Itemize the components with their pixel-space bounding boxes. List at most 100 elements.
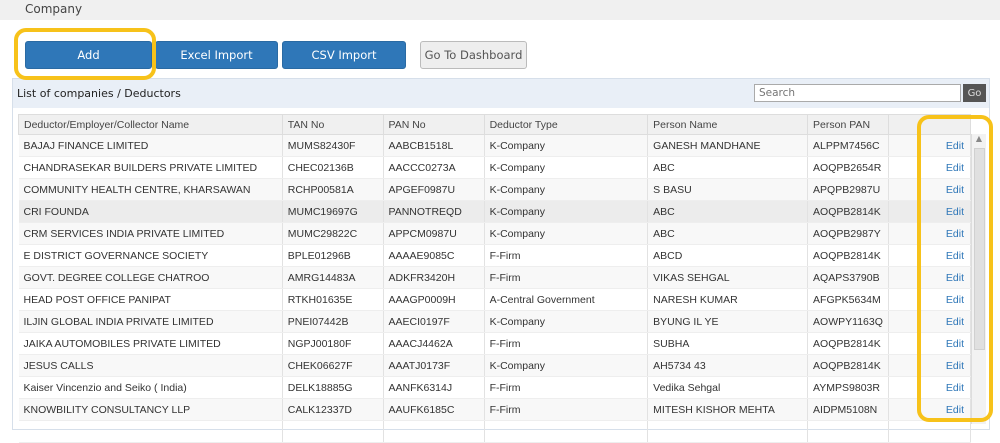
table-cell: RCHP00581A [282, 178, 384, 201]
table-row[interactable]: ILJIN GLOBAL INDIA PRIVATE LIMITED PNEI07… [18, 310, 972, 333]
table-cell: F-Firm [484, 332, 649, 355]
column-header[interactable]: Deductor/Employer/Collector Name [18, 114, 283, 135]
edit-link[interactable]: Edit [888, 178, 972, 201]
table-row[interactable]: JAIKA AUTOMOBILES PRIVATE LIMITED NGPJ001… [18, 332, 972, 355]
table-cell: APGEF0987U [383, 178, 485, 201]
table-cell: HEAD POST OFFICE PANIPAT [18, 288, 283, 311]
table-cell: AOQPB2814K [807, 244, 889, 267]
table-cell: GOVT. DEGREE COLLEGE CHATROO [18, 266, 283, 289]
table-cell [647, 420, 809, 443]
table-cell: CRI FOUNDA [18, 200, 283, 223]
edit-link[interactable]: Edit [888, 376, 972, 399]
table-cell: AAACJ4462A [383, 332, 485, 355]
edit-link[interactable]: Edit [888, 288, 972, 311]
table-cell: JAIKA AUTOMOBILES PRIVATE LIMITED [18, 332, 283, 355]
edit-link[interactable]: Edit [888, 222, 972, 245]
table-cell: AAECI0197F [383, 310, 485, 333]
table-cell: K-Company [484, 310, 649, 333]
table-cell: AFGPK5634M [807, 288, 889, 311]
companies-panel: List of companies / Deductors Go Deducto… [12, 78, 990, 443]
table-header-row: Deductor/Employer/Collector Name TAN No PA… [18, 114, 972, 135]
table-cell: CHEK06627F [282, 354, 384, 377]
table-cell: JESUS CALLS [18, 354, 283, 377]
table-cell: AABCB1518L [383, 134, 485, 157]
table-row[interactable]: JESUS CALLS CHEK06627F AAATJ0173F K-Company… [18, 354, 972, 377]
table-row[interactable]: KNOWBILITY CONSULTANCY LLP CALK12337D AAUF… [18, 398, 972, 421]
table-cell: ILJIN GLOBAL INDIA PRIVATE LIMITED [18, 310, 283, 333]
table-cell: SUBHA [647, 332, 809, 355]
edit-link[interactable]: Edit [888, 244, 972, 267]
table-cell: S BASU [647, 178, 809, 201]
table-cell: CHANDRASEKAR BUILDERS PRIVATE LIMITED [18, 156, 283, 179]
page-title: Company [25, 2, 83, 16]
table-cell: AYMPS9803R [807, 376, 889, 399]
search-input[interactable] [754, 84, 961, 102]
table-cell: BAJAJ FINANCE LIMITED [18, 134, 283, 157]
table-cell: AACCC0273A [383, 156, 485, 179]
table-cell: AAAAE9085C [383, 244, 485, 267]
table-cell: BPLE01296B [282, 244, 384, 267]
table-cell: AAUFK6185C [383, 398, 485, 421]
table-row[interactable]: BAJAJ FINANCE LIMITED MUMS82430F AABCB1518… [18, 134, 972, 157]
edit-link[interactable]: Edit [888, 398, 972, 421]
table-cell: PNEI07442B [282, 310, 384, 333]
scroll-up-icon[interactable]: ▲ [972, 134, 986, 143]
column-header[interactable]: TAN No [281, 114, 384, 135]
edit-link[interactable]: Edit [888, 310, 972, 333]
table-cell: AIDPM5108N [807, 398, 889, 421]
table-cell: AOWPY1163Q [807, 310, 889, 333]
column-header[interactable]: Deductor Type [483, 114, 649, 135]
table-cell: K-Company [484, 134, 649, 157]
go-to-dashboard-button[interactable]: Go To Dashboard [420, 41, 527, 69]
table-cell [18, 420, 283, 443]
csv-import-button[interactable]: CSV Import [282, 41, 406, 69]
table-row[interactable]: CRI FOUNDA MUMC19697G PANNOTREQD K-Company A… [18, 200, 972, 223]
edit-link[interactable]: Edit [888, 134, 972, 157]
excel-import-button[interactable]: Excel Import [155, 41, 278, 69]
table-row[interactable]: CHANDRASEKAR BUILDERS PRIVATE LIMITED CHE… [18, 156, 972, 179]
column-header[interactable]: Person Name [647, 114, 809, 135]
scrollbar-thumb[interactable] [974, 148, 985, 350]
column-header[interactable] [887, 114, 972, 135]
table-row[interactable]: Kaiser Vincenzio and Seiko ( India) DELK1… [18, 376, 972, 399]
table-cell: BYUNG IL YE [647, 310, 809, 333]
table-cell: F-Firm [484, 398, 649, 421]
add-button[interactable]: Add [25, 41, 152, 69]
table-cell [807, 420, 889, 443]
table-row[interactable]: HEAD POST OFFICE PANIPAT RTKH01635E AAAGP0… [18, 288, 972, 311]
table-row[interactable]: GOVT. DEGREE COLLEGE CHATROO AMRG14483A AD… [18, 266, 972, 289]
edit-link[interactable]: Edit [888, 156, 972, 179]
table-row[interactable]: CRM SERVICES INDIA PRIVATE LIMITED MUMC29… [18, 222, 972, 245]
table-cell [282, 420, 384, 443]
table-scrollbar[interactable]: ▲ [971, 134, 986, 424]
table-cell: AOQPB2814K [807, 200, 889, 223]
table-cell: AQAPS3790B [807, 266, 889, 289]
search-go-button[interactable]: Go [963, 84, 986, 102]
table-cell: K-Company [484, 156, 649, 179]
edit-link[interactable]: Edit [888, 266, 972, 289]
table-cell: F-Firm [484, 266, 649, 289]
column-header[interactable]: Person PAN [807, 114, 889, 135]
table-cell: Vedika Sehgal [647, 376, 809, 399]
table-cell: F-Firm [484, 376, 649, 399]
table-cell [484, 420, 649, 443]
table-row[interactable]: E DISTRICT GOVERNANCE SOCIETY BPLE01296B A… [18, 244, 972, 267]
table-cell [383, 420, 485, 443]
table-cell: A-Central Government [484, 288, 649, 311]
table-cell: KNOWBILITY CONSULTANCY LLP [18, 398, 283, 421]
table-cell: AOQPB2654R [807, 156, 889, 179]
edit-link[interactable]: Edit [888, 200, 972, 223]
table-cell: Kaiser Vincenzio and Seiko ( India) [18, 376, 283, 399]
table-cell: MITESH KISHOR MEHTA [647, 398, 809, 421]
edit-link[interactable]: Edit [888, 354, 972, 377]
column-header[interactable]: PAN No [382, 114, 485, 135]
table-row [18, 420, 972, 443]
table-cell: APQPB2987U [807, 178, 889, 201]
table-cell: ALPPM7456C [807, 134, 889, 157]
table-row[interactable]: COMMUNITY HEALTH CENTRE, KHARSAWAN RCHP00… [18, 178, 972, 201]
table-cell: K-Company [484, 222, 649, 245]
table-cell: AAAGP0009H [383, 288, 485, 311]
table-cell: CHEC02136B [282, 156, 384, 179]
edit-link[interactable]: Edit [888, 332, 972, 355]
panel-title: List of companies / Deductors [17, 87, 181, 100]
